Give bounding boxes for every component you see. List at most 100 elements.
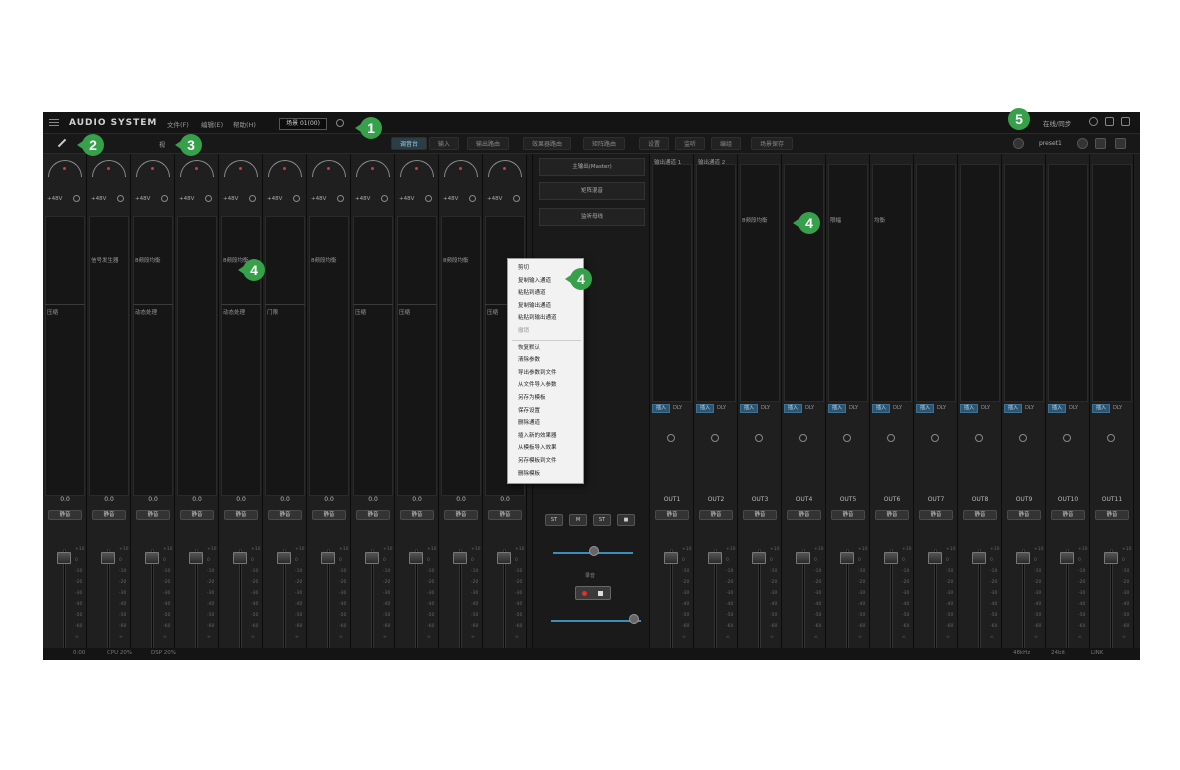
- phantom-power-label[interactable]: +48V: [443, 196, 458, 202]
- tab-groups[interactable]: 编组: [711, 137, 742, 150]
- delay-label[interactable]: DLY: [893, 404, 902, 413]
- mute-button[interactable]: 静音: [963, 510, 997, 520]
- phase-invert-icon[interactable]: [667, 434, 675, 442]
- tab-matrix-routing[interactable]: 矩阵路由: [583, 137, 626, 150]
- delay-label[interactable]: DLY: [1069, 404, 1078, 413]
- fader-handle[interactable]: [928, 552, 942, 564]
- insert-button[interactable]: 插入: [652, 404, 670, 413]
- edit-pencil-icon[interactable]: [57, 138, 67, 148]
- context-menu-item[interactable]: 清除参数: [518, 355, 540, 363]
- mute-button[interactable]: 静音: [136, 510, 170, 520]
- save-icon[interactable]: [1105, 117, 1114, 126]
- processing-label[interactable]: 压缩: [487, 308, 498, 316]
- processing-label[interactable]: 信号发生器: [91, 256, 119, 264]
- mute-button[interactable]: 静音: [1007, 510, 1041, 520]
- tab-input[interactable]: 输入: [429, 137, 460, 150]
- mono-button[interactable]: M: [569, 514, 587, 526]
- fader-handle[interactable]: [884, 552, 898, 564]
- insert-button[interactable]: 插入: [872, 404, 890, 413]
- mute-button[interactable]: 静音: [312, 510, 346, 520]
- output-processing-area[interactable]: [696, 164, 736, 402]
- delay-label[interactable]: DLY: [1025, 404, 1034, 413]
- tab-scene-save[interactable]: 场景保存: [751, 137, 794, 150]
- phase-invert-icon[interactable]: [161, 195, 168, 202]
- insert-button[interactable]: 插入: [916, 404, 934, 413]
- menu-help[interactable]: 帮助(H): [233, 119, 256, 129]
- mute-button[interactable]: 静音: [224, 510, 258, 520]
- context-menu-item[interactable]: 从模板导入效果: [518, 443, 557, 451]
- context-menu-item[interactable]: 复制输出通道: [518, 301, 551, 309]
- fader-handle[interactable]: [1060, 552, 1074, 564]
- view-button[interactable]: 视: [159, 140, 165, 149]
- mute-button[interactable]: 静音: [268, 510, 302, 520]
- preset-save-icon[interactable]: [1095, 138, 1106, 149]
- tab-output-routing[interactable]: 输出路由: [467, 137, 510, 150]
- processing-label[interactable]: 8频段均衡: [311, 256, 337, 264]
- fader-handle[interactable]: [708, 552, 722, 564]
- output-processing-area[interactable]: [916, 164, 956, 402]
- info-icon[interactable]: [1089, 117, 1098, 126]
- mute-button[interactable]: 静音: [787, 510, 821, 520]
- tab-monitor[interactable]: 监听: [675, 137, 706, 150]
- context-menu-item[interactable]: 删除模板: [518, 469, 540, 477]
- processing-label[interactable]: 8频段均衡: [443, 256, 469, 264]
- context-menu-item[interactable]: 另存模板到文件: [518, 456, 557, 464]
- fader-handle[interactable]: [840, 552, 854, 564]
- phase-invert-icon[interactable]: [425, 195, 432, 202]
- delay-label[interactable]: DLY: [981, 404, 990, 413]
- channel-processing-area[interactable]: [177, 216, 217, 496]
- mute-button[interactable]: 静音: [1051, 510, 1085, 520]
- phantom-power-label[interactable]: +48V: [91, 196, 106, 202]
- phase-invert-icon[interactable]: [513, 195, 520, 202]
- output-processing-area[interactable]: [828, 164, 868, 402]
- preset-close-icon[interactable]: [1115, 138, 1126, 149]
- phantom-power-label[interactable]: +48V: [311, 196, 326, 202]
- insert-button[interactable]: 插入: [696, 404, 714, 413]
- context-menu-item[interactable]: 另存为模板: [518, 393, 546, 401]
- phase-invert-icon[interactable]: [887, 434, 895, 442]
- channel-processing-area[interactable]: [265, 216, 305, 496]
- phase-invert-icon[interactable]: [1019, 434, 1027, 442]
- processing-label[interactable]: 限幅: [830, 216, 841, 224]
- phantom-power-label[interactable]: +48V: [487, 196, 502, 202]
- output-processing-area[interactable]: [872, 164, 912, 402]
- phase-invert-icon[interactable]: [293, 195, 300, 202]
- record-stop-control[interactable]: [575, 586, 611, 600]
- phase-invert-icon[interactable]: [469, 195, 476, 202]
- mute-button[interactable]: 静音: [356, 510, 390, 520]
- insert-button[interactable]: 插入: [784, 404, 802, 413]
- delay-label[interactable]: DLY: [805, 404, 814, 413]
- phase-invert-icon[interactable]: [799, 434, 807, 442]
- phantom-power-label[interactable]: +48V: [355, 196, 370, 202]
- mute-button[interactable]: 静音: [92, 510, 126, 520]
- phase-invert-icon[interactable]: [975, 434, 983, 442]
- delay-label[interactable]: DLY: [849, 404, 858, 413]
- insert-button[interactable]: 插入: [1048, 404, 1066, 413]
- fader-handle[interactable]: [321, 552, 335, 564]
- stereo-button[interactable]: ST: [545, 514, 563, 526]
- phase-invert-icon[interactable]: [1063, 434, 1071, 442]
- phase-invert-icon[interactable]: [1107, 434, 1115, 442]
- context-menu-item[interactable]: 粘贴到通道: [518, 288, 546, 296]
- context-menu-item[interactable]: 从文件导入参数: [518, 380, 557, 388]
- mute-button[interactable]: 静音: [1095, 510, 1129, 520]
- phantom-power-label[interactable]: +48V: [179, 196, 194, 202]
- mute-button[interactable]: 静音: [743, 510, 777, 520]
- context-menu-item[interactable]: 剪切: [518, 263, 529, 271]
- fader-handle[interactable]: [972, 552, 986, 564]
- output-processing-area[interactable]: [1092, 164, 1132, 402]
- processing-label[interactable]: 均衡: [874, 216, 885, 224]
- mute-button[interactable]: 静音: [488, 510, 522, 520]
- phase-invert-icon[interactable]: [117, 195, 124, 202]
- context-menu-item[interactable]: 恢复默认: [518, 343, 540, 351]
- preset-gear-icon[interactable]: [1077, 138, 1088, 149]
- fader-handle[interactable]: [101, 552, 115, 564]
- output-processing-area[interactable]: [784, 164, 824, 402]
- context-menu-item[interactable]: 插入新的效果器: [518, 431, 557, 439]
- output-processing-area[interactable]: [740, 164, 780, 402]
- mute-button[interactable]: 静音: [48, 510, 82, 520]
- tab-settings[interactable]: 设置: [639, 137, 670, 150]
- mute-button[interactable]: 静音: [919, 510, 953, 520]
- tab-effects-routing[interactable]: 效果器路由: [523, 137, 572, 150]
- processing-label[interactable]: 动态处理: [135, 308, 157, 316]
